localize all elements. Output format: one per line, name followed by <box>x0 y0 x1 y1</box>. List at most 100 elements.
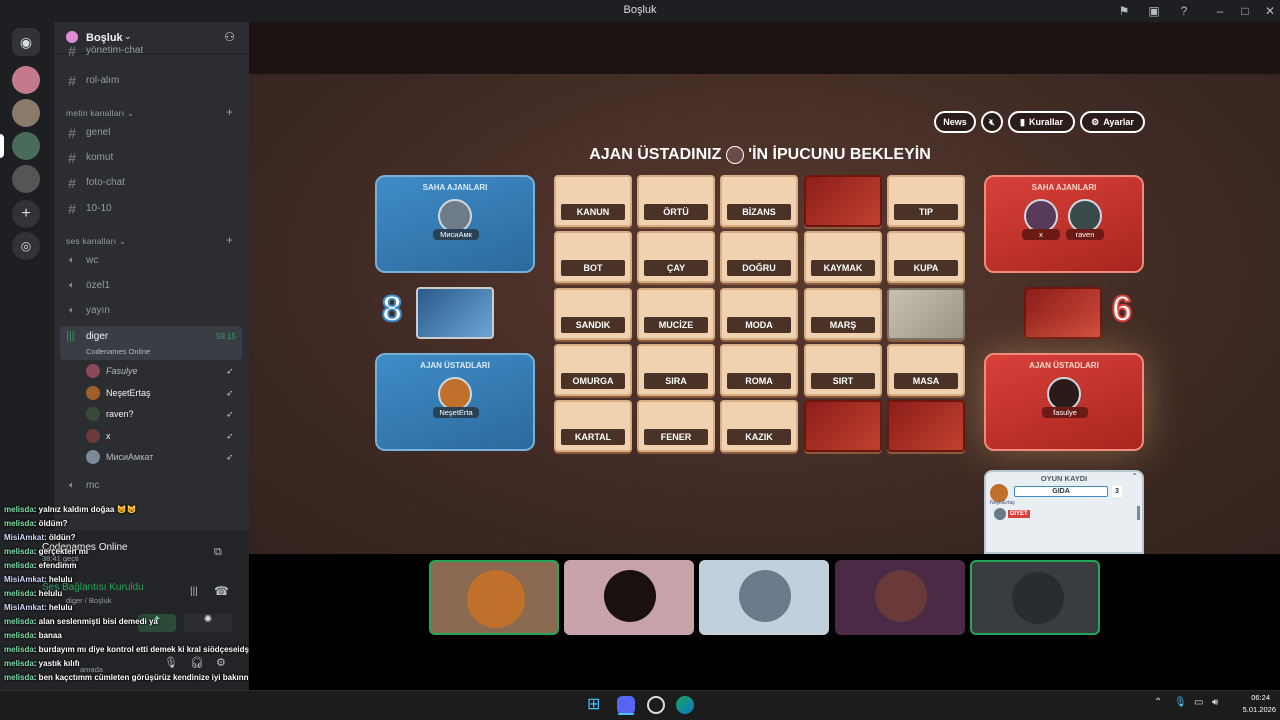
voice-channel[interactable]: 🔈︎ wc <box>66 251 98 271</box>
obs-icon[interactable] <box>647 696 665 714</box>
hash-icon: # <box>68 45 76 57</box>
word-card[interactable]: SIRT <box>804 344 882 396</box>
word-card[interactable]: DOĞRU <box>720 231 798 283</box>
voice-channel[interactable]: 🔈︎ yayın <box>66 301 110 321</box>
avatar <box>739 570 791 622</box>
add-server-icon[interactable]: + <box>12 200 40 228</box>
windows-start-icon[interactable]: ⊞ <box>587 696 605 714</box>
channel-item[interactable]: # genel <box>66 123 110 143</box>
revealed-card[interactable] <box>887 400 965 452</box>
word-card[interactable]: MUCİZE <box>637 288 715 340</box>
word-card[interactable]: KUPA <box>887 231 965 283</box>
game-log: OYUN KAYDI ⌃ NeşetErtaş GIDA 3 DİYET <box>984 470 1144 554</box>
server-icon[interactable] <box>12 66 40 94</box>
chat-message: melisda: alan seslenmişti bisi demedi ya <box>4 617 158 626</box>
word-card[interactable]: MODA <box>720 288 798 340</box>
rules-button[interactable]: ▮ Kurallar <box>1008 111 1075 133</box>
invite-icon[interactable]: ⚇ <box>224 30 235 44</box>
clock-time[interactable]: 06:24 <box>1226 693 1270 702</box>
add-channel-icon[interactable]: + <box>226 105 233 119</box>
chat-username: melisda <box>4 645 34 654</box>
voice-user[interactable]: x <box>86 427 236 445</box>
chevron-down-icon: ⌄ <box>124 31 132 41</box>
gear-icon: ⚙ <box>1091 116 1100 127</box>
channel-item[interactable]: # yönetim-chat <box>66 45 143 57</box>
voice-channel[interactable]: 🔈︎ özel1 <box>66 276 110 296</box>
chevron-up-icon[interactable]: ⌃ <box>1131 472 1138 481</box>
revealed-card[interactable] <box>804 175 882 227</box>
edge-browser-icon[interactable] <box>676 696 694 714</box>
word-card[interactable]: KAZIK <box>720 400 798 452</box>
discover-icon[interactable]: ◎ <box>12 232 40 260</box>
channel-item[interactable]: # foto-chat <box>66 173 125 193</box>
revealed-card[interactable] <box>804 400 882 452</box>
participant-tile[interactable] <box>564 560 694 635</box>
revealed-card[interactable] <box>887 288 965 340</box>
add-channel-icon[interactable]: + <box>226 233 233 247</box>
category-text[interactable]: metin kanalları ⌄ <box>66 108 134 119</box>
word-card[interactable]: KARTAL <box>554 400 632 452</box>
avatar <box>1012 572 1064 624</box>
avatar <box>438 377 472 411</box>
monitor-icon[interactable]: ▭ <box>1194 697 1203 708</box>
word-card[interactable]: SANDIK <box>554 288 632 340</box>
word-card[interactable]: ROMA <box>720 344 798 396</box>
card-word: KUPA <box>894 260 958 276</box>
mute-button[interactable]: 🔇︎ <box>981 111 1003 133</box>
participant-tile[interactable] <box>970 560 1100 635</box>
rocket-icon: ➶ <box>226 409 234 419</box>
word-card[interactable]: ÇAY <box>637 231 715 283</box>
inbox-icon[interactable]: ▣ <box>1146 3 1162 19</box>
word-card[interactable]: FENER <box>637 400 715 452</box>
card-word: MARŞ <box>811 317 875 333</box>
card-word: OMURGA <box>561 373 625 389</box>
settings-button[interactable]: ⚙ Ayarlar <box>1080 111 1145 133</box>
close-icon[interactable]: ✕ <box>1262 3 1278 19</box>
channel-item[interactable]: #10-10 <box>66 199 111 219</box>
maximize-icon[interactable]: □ <box>1237 3 1253 19</box>
word-card[interactable]: MARŞ <box>804 288 882 340</box>
word-card[interactable]: MASA <box>887 344 965 396</box>
word-card[interactable]: TIP <box>887 175 965 227</box>
news-button[interactable]: News <box>934 111 976 133</box>
red-field-agents-panel: SAHA AJANLARI x raven <box>984 175 1144 273</box>
chat-text: : yalnız kaldım doğaa 😺😺 <box>33 505 137 514</box>
word-card[interactable]: BİZANS <box>720 175 798 227</box>
server-badge-icon <box>66 31 78 43</box>
participant-tile[interactable] <box>699 560 829 635</box>
volume-icon[interactable]: 🔊︎ <box>1212 697 1218 708</box>
server-icon[interactable] <box>12 165 40 193</box>
voice-user[interactable]: Fasulye <box>86 362 236 380</box>
active-voice-channel[interactable]: ||| diger 59:15 Codenames Online <box>60 326 242 360</box>
voice-user[interactable]: raven? <box>86 405 236 423</box>
help-icon[interactable]: ? <box>1176 3 1192 19</box>
word-card[interactable]: SIRA <box>637 344 715 396</box>
channel-item[interactable]: # komut <box>66 148 113 168</box>
log-scrollbar[interactable] <box>1137 506 1140 520</box>
inbox-flag-icon[interactable]: ⚑ <box>1116 3 1132 19</box>
word-card[interactable]: KANUN <box>554 175 632 227</box>
voice-user[interactable]: NeşetErtaş <box>86 384 236 402</box>
minimize-icon[interactable]: – <box>1212 3 1228 19</box>
clock-date[interactable]: 5.01.2026 <box>1226 705 1276 714</box>
server-icon[interactable] <box>12 99 40 127</box>
word-card[interactable]: OMURGA <box>554 344 632 396</box>
word-card[interactable]: BOT <box>554 231 632 283</box>
discord-taskbar-icon[interactable] <box>617 696 635 714</box>
channel-item[interactable]: # rol-alım <box>66 71 119 91</box>
discord-home-icon[interactable]: ◉ <box>12 28 40 56</box>
word-card[interactable]: KAYMAK <box>804 231 882 283</box>
voice-activity-icon: ||| <box>66 330 75 342</box>
server-icon-active[interactable] <box>12 132 40 160</box>
microphone-icon[interactable]: 🎙︎ <box>1174 697 1187 708</box>
participant-tile[interactable] <box>429 560 559 635</box>
voice-user[interactable]: МисиАмкат <box>86 448 236 466</box>
category-voice[interactable]: ses kanalları ⌄ <box>66 236 126 247</box>
stream-chat-overlay: melisda : yalnız kaldım doğaa 😺😺 melisda: … <box>0 490 250 720</box>
chevron-up-icon[interactable]: ⌃ <box>1154 697 1162 708</box>
card-word: ÖRTÜ <box>644 204 708 220</box>
voice-activity-label: Codenames Online <box>86 347 151 356</box>
card-word: FENER <box>644 429 708 445</box>
participant-tile[interactable] <box>835 560 965 635</box>
word-card[interactable]: ÖRTÜ <box>637 175 715 227</box>
